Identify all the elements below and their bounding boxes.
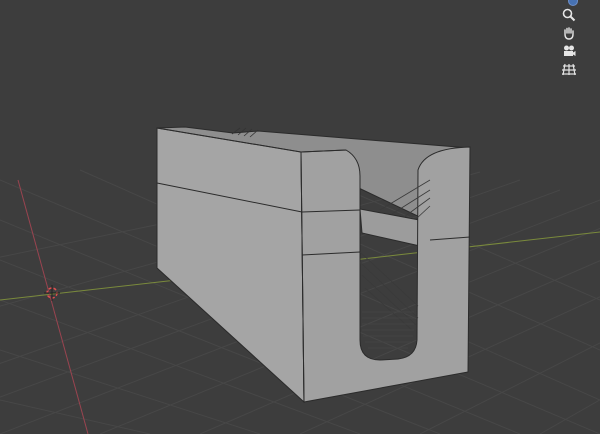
grid-toggle-icon[interactable] [562, 62, 584, 80]
y-axis-line [17, 179, 89, 434]
z-axis-dot[interactable] [568, 0, 578, 6]
3d-viewport[interactable] [0, 0, 600, 434]
navigation-gizmo [562, 0, 586, 84]
3d-cursor[interactable] [44, 285, 60, 301]
hand-pan-icon[interactable] [562, 26, 584, 44]
zoom-icon[interactable] [562, 8, 584, 26]
mesh-object-channel[interactable] [156, 126, 471, 404]
camera-icon[interactable] [562, 44, 584, 62]
viewport-canvas[interactable] [0, 0, 600, 434]
